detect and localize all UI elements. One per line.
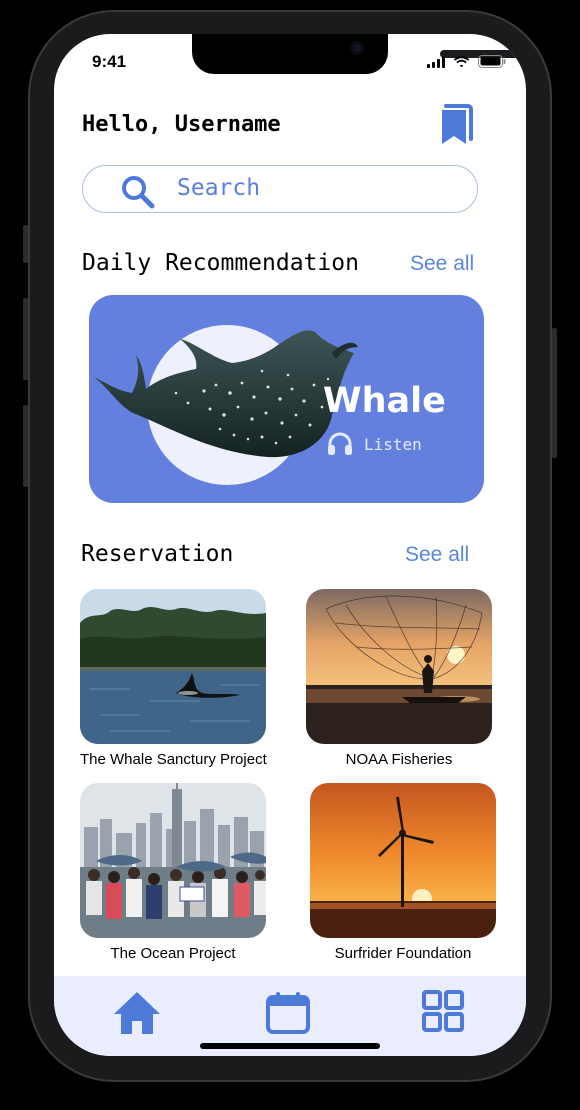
headphones-icon — [328, 432, 352, 455]
notch — [192, 34, 524, 74]
battery-icon — [478, 55, 506, 68]
daily-see-all-link[interactable]: See all — [410, 252, 474, 276]
surfrider-photo — [310, 783, 496, 938]
reservation-label: The Whale Sanctury Project — [80, 751, 267, 768]
search-bar[interactable]: Search — [82, 165, 478, 213]
whale-shark-image — [94, 330, 358, 458]
whale-sanctuary-photo — [80, 589, 266, 744]
reservation-see-all-link[interactable]: See all — [405, 543, 469, 567]
reservation-label: The Ocean Project — [110, 945, 236, 962]
volume-up-button — [23, 298, 28, 380]
status-icons — [427, 55, 506, 68]
listen-button[interactable]: Listen — [326, 431, 422, 457]
grid-icon[interactable] — [422, 990, 464, 1032]
daily-recommendation-title: Daily Recommendation — [82, 250, 359, 276]
reservation-card-noaa[interactable]: NOAA Fisheries — [306, 589, 492, 768]
status-time: 9:41 — [92, 52, 127, 71]
rec-card-title: Whale — [323, 381, 446, 421]
calendar-icon[interactable] — [265, 990, 311, 1036]
bookmarks-icon[interactable] — [434, 104, 474, 146]
reservation-card-whale-sanctuary[interactable]: The Whale Sanctury Project — [80, 589, 267, 768]
wifi-icon — [453, 55, 470, 67]
reservation-card-surfrider[interactable]: Surfrider Foundation — [310, 783, 496, 962]
search-icon — [122, 176, 155, 209]
reservation-label: Surfrider Foundation — [334, 945, 472, 962]
reservation-label: NOAA Fisheries — [345, 751, 453, 768]
ocean-project-photo — [80, 783, 266, 938]
noaa-fisheries-photo — [306, 589, 492, 744]
search-placeholder: Search — [177, 175, 261, 201]
app-screen: 9:41 Hello, Username Search Daily Recomm… — [54, 34, 526, 1056]
reservation-title: Reservation — [81, 541, 234, 567]
daily-recommendation-card[interactable]: Whale Listen — [89, 295, 484, 503]
power-button — [552, 328, 557, 458]
reservation-card-ocean-project[interactable]: The Ocean Project — [80, 783, 266, 962]
camera — [350, 41, 364, 55]
greeting-text: Hello, Username — [82, 112, 281, 137]
home-indicator[interactable] — [200, 1043, 380, 1049]
silent-switch — [23, 225, 28, 263]
signal-icon — [427, 55, 445, 68]
home-icon[interactable] — [112, 990, 162, 1036]
volume-down-button — [23, 405, 28, 487]
listen-label: Listen — [364, 434, 422, 454]
